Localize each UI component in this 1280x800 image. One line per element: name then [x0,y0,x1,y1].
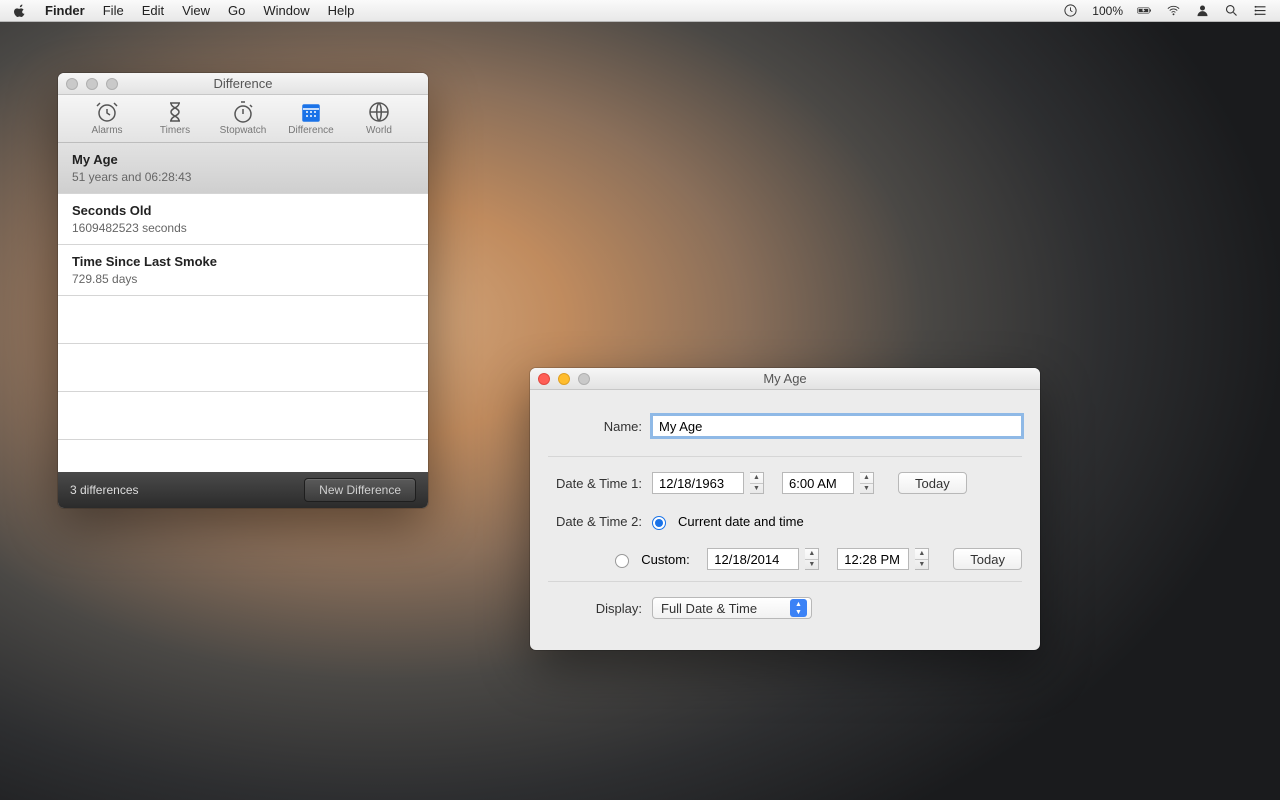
display-label: Display: [548,601,652,616]
divider [548,456,1022,457]
wifi-icon[interactable] [1166,3,1181,18]
list-item-title: Seconds Old [72,203,414,218]
list-item-empty [58,392,428,440]
calendar-icon [279,99,343,125]
apple-menu-icon[interactable] [12,3,27,18]
menu-file[interactable]: File [103,3,124,18]
radio-custom-label: Custom: [641,552,701,567]
list-item-subtitle: 51 years and 06:28:43 [72,170,414,184]
tab-alarms-label: Alarms [75,125,139,136]
new-difference-button[interactable]: New Difference [304,478,416,502]
battery-percent[interactable]: 100% [1092,4,1123,18]
time-1-stepper[interactable]: ▲▼ [860,472,874,494]
my-age-window-title: My Age [763,371,806,386]
radio-current[interactable] [652,516,666,530]
globe-icon [347,99,411,125]
zoom-button[interactable] [578,373,590,385]
difference-count: 3 differences [70,483,139,497]
notification-center-icon[interactable] [1253,3,1268,18]
list-item[interactable]: Seconds Old 1609482523 seconds [58,194,428,245]
user-icon[interactable] [1195,3,1210,18]
list-item[interactable]: Time Since Last Smoke 729.85 days [58,245,428,296]
stopwatch-icon [211,99,275,125]
list-item-empty [58,440,428,472]
clock-icon[interactable] [1063,3,1078,18]
tab-stopwatch[interactable]: Stopwatch [211,99,275,136]
difference-window: Difference Alarms Timers Stopwatch Diffe… [58,73,428,508]
difference-footer: 3 differences New Difference [58,472,428,508]
time-2-stepper[interactable]: ▲▼ [915,548,929,570]
display-select[interactable]: Full Date & Time ▲▼ [652,597,812,619]
zoom-button[interactable] [106,78,118,90]
battery-icon[interactable] [1137,3,1152,18]
list-item-subtitle: 1609482523 seconds [72,221,414,235]
tab-stopwatch-label: Stopwatch [211,125,275,136]
radio-custom[interactable] [615,554,629,568]
difference-list: My Age 51 years and 06:28:43 Seconds Old… [58,143,428,472]
menu-edit[interactable]: Edit [142,3,164,18]
menu-go[interactable]: Go [228,3,245,18]
difference-titlebar[interactable]: Difference [58,73,428,95]
name-label: Name: [548,419,652,434]
list-item-title: Time Since Last Smoke [72,254,414,269]
difference-window-title: Difference [213,76,272,91]
menu-view[interactable]: View [182,3,210,18]
tab-difference[interactable]: Difference [279,99,343,136]
date-2-stepper[interactable]: ▲▼ [805,548,819,570]
close-button[interactable] [538,373,550,385]
hourglass-icon [143,99,207,125]
today-1-button[interactable]: Today [898,472,967,494]
menu-help[interactable]: Help [328,3,355,18]
time-1-input[interactable]: 6:00 AM [782,472,854,494]
tab-difference-label: Difference [279,125,343,136]
date-1-input[interactable]: 12/18/1963 [652,472,744,494]
time-2-input[interactable]: 12:28 PM [837,548,909,570]
tab-alarms[interactable]: Alarms [75,99,139,136]
close-button[interactable] [66,78,78,90]
tab-world-label: World [347,125,411,136]
radio-current-label: Current date and time [678,514,804,529]
spotlight-icon[interactable] [1224,3,1239,18]
menubar-app-name[interactable]: Finder [45,3,85,18]
date-1-stepper[interactable]: ▲▼ [750,472,764,494]
menubar: Finder File Edit View Go Window Help 100… [0,0,1280,22]
name-input[interactable] [652,415,1022,437]
tab-timers-label: Timers [143,125,207,136]
menu-window[interactable]: Window [263,3,309,18]
minimize-button[interactable] [86,78,98,90]
tab-world[interactable]: World [347,99,411,136]
difference-toolbar: Alarms Timers Stopwatch Difference World [58,95,428,143]
alarm-icon [75,99,139,125]
list-item[interactable]: My Age 51 years and 06:28:43 [58,143,428,194]
my-age-window: My Age Name: Date & Time 1: 12/18/1963 ▲… [530,368,1040,650]
list-item-empty [58,296,428,344]
display-select-value: Full Date & Time [661,601,757,616]
tab-timers[interactable]: Timers [143,99,207,136]
date-time-2-label: Date & Time 2: [548,514,652,529]
my-age-titlebar[interactable]: My Age [530,368,1040,390]
minimize-button[interactable] [558,373,570,385]
date-time-1-label: Date & Time 1: [548,476,652,491]
today-2-button[interactable]: Today [953,548,1022,570]
list-item-empty [58,344,428,392]
list-item-subtitle: 729.85 days [72,272,414,286]
divider [548,581,1022,582]
list-item-title: My Age [72,152,414,167]
date-2-input[interactable]: 12/18/2014 [707,548,799,570]
select-arrows-icon: ▲▼ [790,599,807,617]
